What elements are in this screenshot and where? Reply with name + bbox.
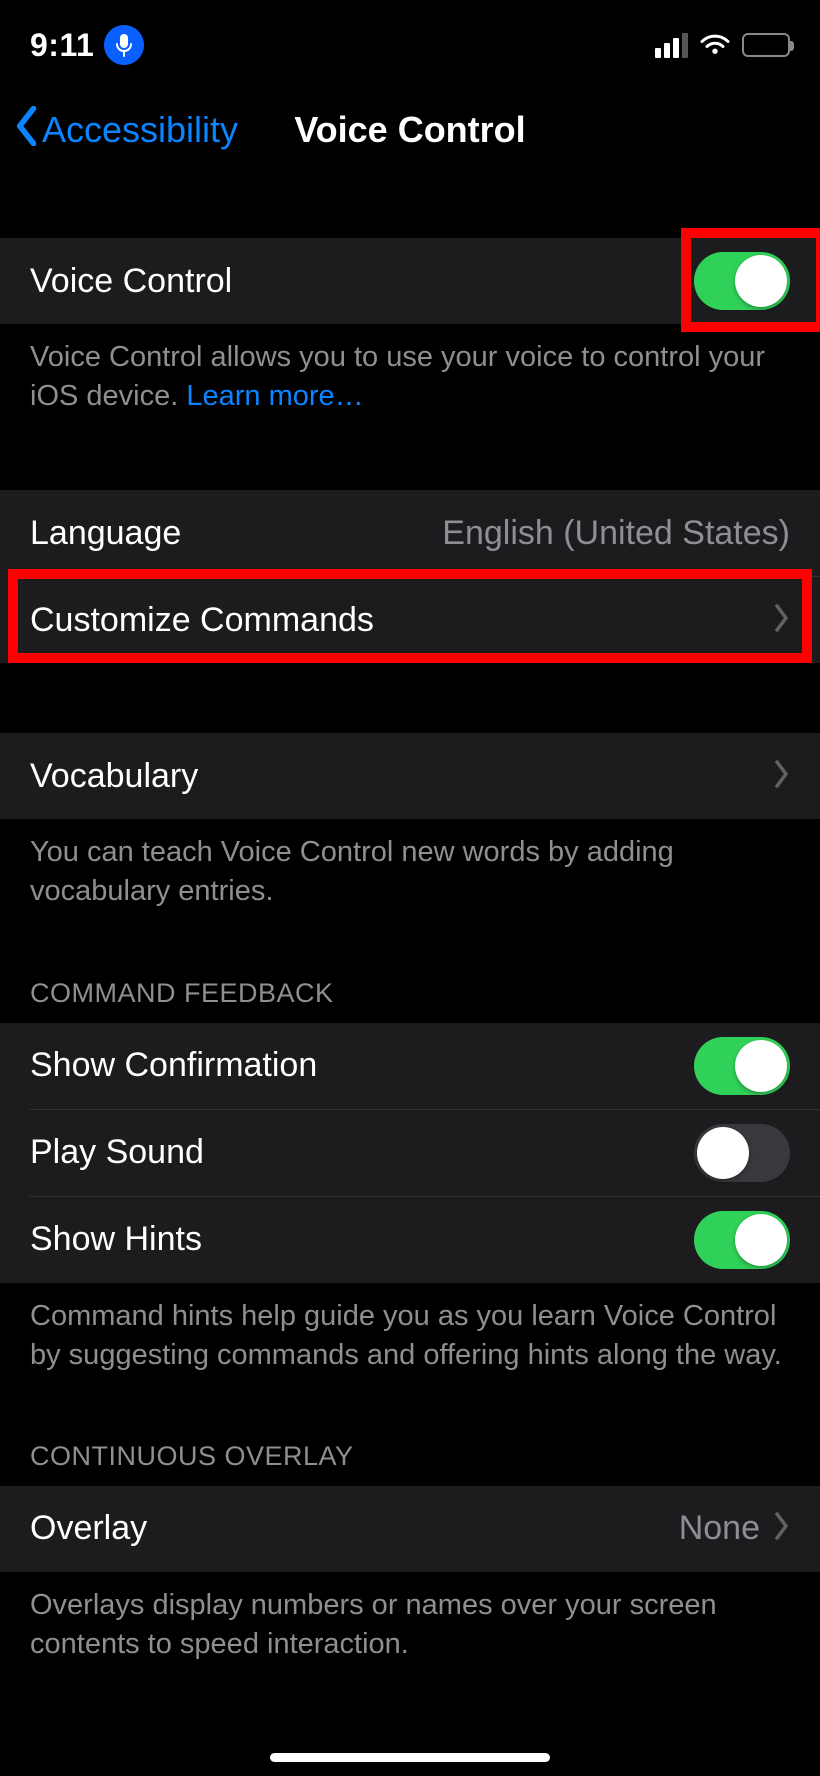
- chevron-right-icon: [774, 604, 790, 637]
- group-voice-control: Voice Control: [0, 238, 820, 324]
- section-header-continuous-overlay: CONTINUOUS OVERLAY: [0, 1399, 820, 1486]
- group-continuous-overlay: Overlay None: [0, 1486, 820, 1572]
- show-confirmation-label: Show Confirmation: [30, 1046, 317, 1085]
- row-play-sound: Play Sound: [0, 1110, 820, 1196]
- play-sound-label: Play Sound: [30, 1133, 204, 1172]
- page-title: Voice Control: [294, 109, 525, 151]
- section-header-command-feedback: COMMAND FEEDBACK: [0, 936, 820, 1023]
- mic-icon: [104, 25, 144, 65]
- row-voice-control-toggle: Voice Control: [0, 238, 820, 324]
- row-language[interactable]: Language English (United States): [0, 490, 820, 576]
- voice-control-footer: Voice Control allows you to use your voi…: [0, 324, 820, 440]
- overlay-value: None: [679, 1509, 760, 1548]
- vocabulary-label: Vocabulary: [30, 757, 198, 796]
- command-feedback-footer: Command hints help guide you as you lear…: [0, 1283, 820, 1399]
- group-command-feedback: Show Confirmation Play Sound Show Hints: [0, 1023, 820, 1283]
- back-label: Accessibility: [42, 109, 238, 151]
- row-overlay[interactable]: Overlay None: [0, 1486, 820, 1572]
- group-vocabulary: Vocabulary: [0, 733, 820, 819]
- language-value: English (United States): [442, 514, 790, 553]
- back-button[interactable]: Accessibility: [12, 106, 238, 155]
- status-time: 9:11: [30, 27, 94, 64]
- play-sound-toggle[interactable]: [694, 1124, 790, 1182]
- cellular-signal-icon: [655, 33, 688, 58]
- learn-more-link[interactable]: Learn more…: [186, 380, 363, 412]
- voice-control-toggle[interactable]: [694, 252, 790, 310]
- status-bar: 9:11: [0, 0, 820, 90]
- overlay-footer: Overlays display numbers or names over y…: [0, 1572, 820, 1704]
- show-hints-toggle[interactable]: [694, 1211, 790, 1269]
- language-label: Language: [30, 514, 181, 553]
- home-indicator[interactable]: [270, 1753, 550, 1762]
- show-confirmation-toggle[interactable]: [694, 1037, 790, 1095]
- row-show-hints: Show Hints: [0, 1197, 820, 1283]
- nav-bar: Accessibility Voice Control: [0, 90, 820, 170]
- overlay-label: Overlay: [30, 1509, 147, 1548]
- battery-icon: [742, 33, 790, 57]
- chevron-right-icon: [774, 760, 790, 793]
- row-customize-commands[interactable]: Customize Commands: [0, 577, 820, 663]
- chevron-left-icon: [12, 106, 40, 155]
- chevron-right-icon: [774, 1512, 790, 1545]
- vocabulary-footer: You can teach Voice Control new words by…: [0, 819, 820, 935]
- show-hints-label: Show Hints: [30, 1220, 202, 1259]
- row-vocabulary[interactable]: Vocabulary: [0, 733, 820, 819]
- group-language: Language English (United States) Customi…: [0, 490, 820, 663]
- wifi-icon: [698, 33, 732, 57]
- row-show-confirmation: Show Confirmation: [0, 1023, 820, 1109]
- voice-control-label: Voice Control: [30, 262, 232, 301]
- customize-commands-label: Customize Commands: [30, 601, 374, 640]
